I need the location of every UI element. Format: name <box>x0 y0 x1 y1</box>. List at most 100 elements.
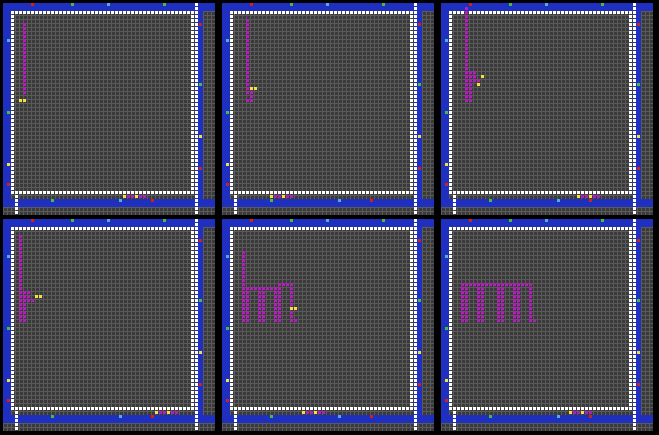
border-dot <box>449 395 452 398</box>
border-dot <box>629 267 632 270</box>
border-dot <box>382 407 385 410</box>
border-dot <box>11 271 14 274</box>
trail-cell <box>19 263 22 266</box>
trail-cell <box>246 303 249 306</box>
runner-dot <box>633 183 636 186</box>
trail-cell <box>278 315 281 318</box>
border-dot <box>191 299 194 302</box>
border-dot <box>561 11 564 14</box>
border-dot <box>585 11 588 14</box>
border-dot <box>274 11 277 14</box>
runner-dot <box>195 31 198 34</box>
border-dot <box>191 131 194 134</box>
runner-dot <box>195 167 198 170</box>
wall-marker <box>545 3 548 6</box>
runner-dot <box>195 111 198 114</box>
runner-dot <box>414 47 417 50</box>
border-dot <box>410 387 413 390</box>
border-dot <box>390 191 393 194</box>
runner-dot <box>414 207 417 210</box>
border-dot <box>274 191 277 194</box>
trail-cell <box>19 315 22 318</box>
border-dot <box>386 227 389 230</box>
border-dot <box>43 191 46 194</box>
border-dot <box>27 227 30 230</box>
runner-dot <box>195 347 198 350</box>
border-dot <box>167 407 170 410</box>
border-dot <box>107 11 110 14</box>
border-dot <box>485 191 488 194</box>
trail-cell <box>477 299 480 302</box>
border-dot <box>629 331 632 334</box>
border-dot <box>449 243 452 246</box>
progress-cell <box>175 411 178 414</box>
border-dot <box>19 407 22 410</box>
border-dot <box>230 19 233 22</box>
border-dot <box>625 407 628 410</box>
border-dot <box>91 191 94 194</box>
progress-cell <box>581 195 584 198</box>
trail-cell <box>23 43 26 46</box>
border-dot <box>398 227 401 230</box>
border-dot <box>485 407 488 410</box>
border-dot <box>449 39 452 42</box>
border-dot <box>95 11 98 14</box>
trail-cell <box>513 311 516 314</box>
border-dot <box>306 227 309 230</box>
runner-dot <box>195 227 198 230</box>
border-dot <box>191 27 194 30</box>
runner-dot <box>633 175 636 178</box>
border-dot <box>410 291 413 294</box>
border-dot <box>449 403 452 406</box>
runner-dot <box>633 191 636 194</box>
game-frame-6 <box>441 219 653 431</box>
runner-dot <box>633 307 636 310</box>
progress-cell <box>274 195 277 198</box>
runner-dot <box>414 263 417 266</box>
border-dot <box>258 227 261 230</box>
border-dot <box>11 43 14 46</box>
border-dot <box>191 335 194 338</box>
border-dot <box>246 227 249 230</box>
border-dot <box>449 351 452 354</box>
runner-dot <box>414 323 417 326</box>
runner-dot <box>633 11 636 14</box>
border-dot <box>230 179 233 182</box>
runner-dot <box>633 67 636 70</box>
border-dot <box>67 191 70 194</box>
border-dot <box>410 359 413 362</box>
border-dot <box>191 287 194 290</box>
runner-dot <box>633 79 636 82</box>
trail-cell <box>258 295 261 298</box>
border-dot <box>83 407 86 410</box>
border-dot <box>477 227 480 230</box>
runner-dot <box>414 387 417 390</box>
border-dot <box>191 295 194 298</box>
border-dot <box>191 39 194 42</box>
border-dot <box>501 227 504 230</box>
runner-dot <box>195 263 198 266</box>
border-dot <box>191 275 194 278</box>
border-dot <box>449 135 452 138</box>
border-dot <box>629 71 632 74</box>
border-dot <box>537 407 540 410</box>
border-dot <box>191 43 194 46</box>
trail-cell <box>23 91 26 94</box>
trail-cell <box>465 287 468 290</box>
runner-dot <box>633 131 636 134</box>
border-dot <box>410 403 413 406</box>
runner-dot <box>195 35 198 38</box>
border-dot <box>298 407 301 410</box>
border-dot <box>473 11 476 14</box>
border-dot <box>342 191 345 194</box>
border-dot <box>541 11 544 14</box>
tracer-marker <box>39 295 42 298</box>
border-dot <box>613 407 616 410</box>
runner-dot <box>195 127 198 130</box>
border-dot <box>629 155 632 158</box>
trail-cell <box>465 35 468 38</box>
border-dot <box>99 227 102 230</box>
border-dot <box>410 151 413 154</box>
runner-dot <box>15 411 18 414</box>
border-dot <box>505 227 508 230</box>
